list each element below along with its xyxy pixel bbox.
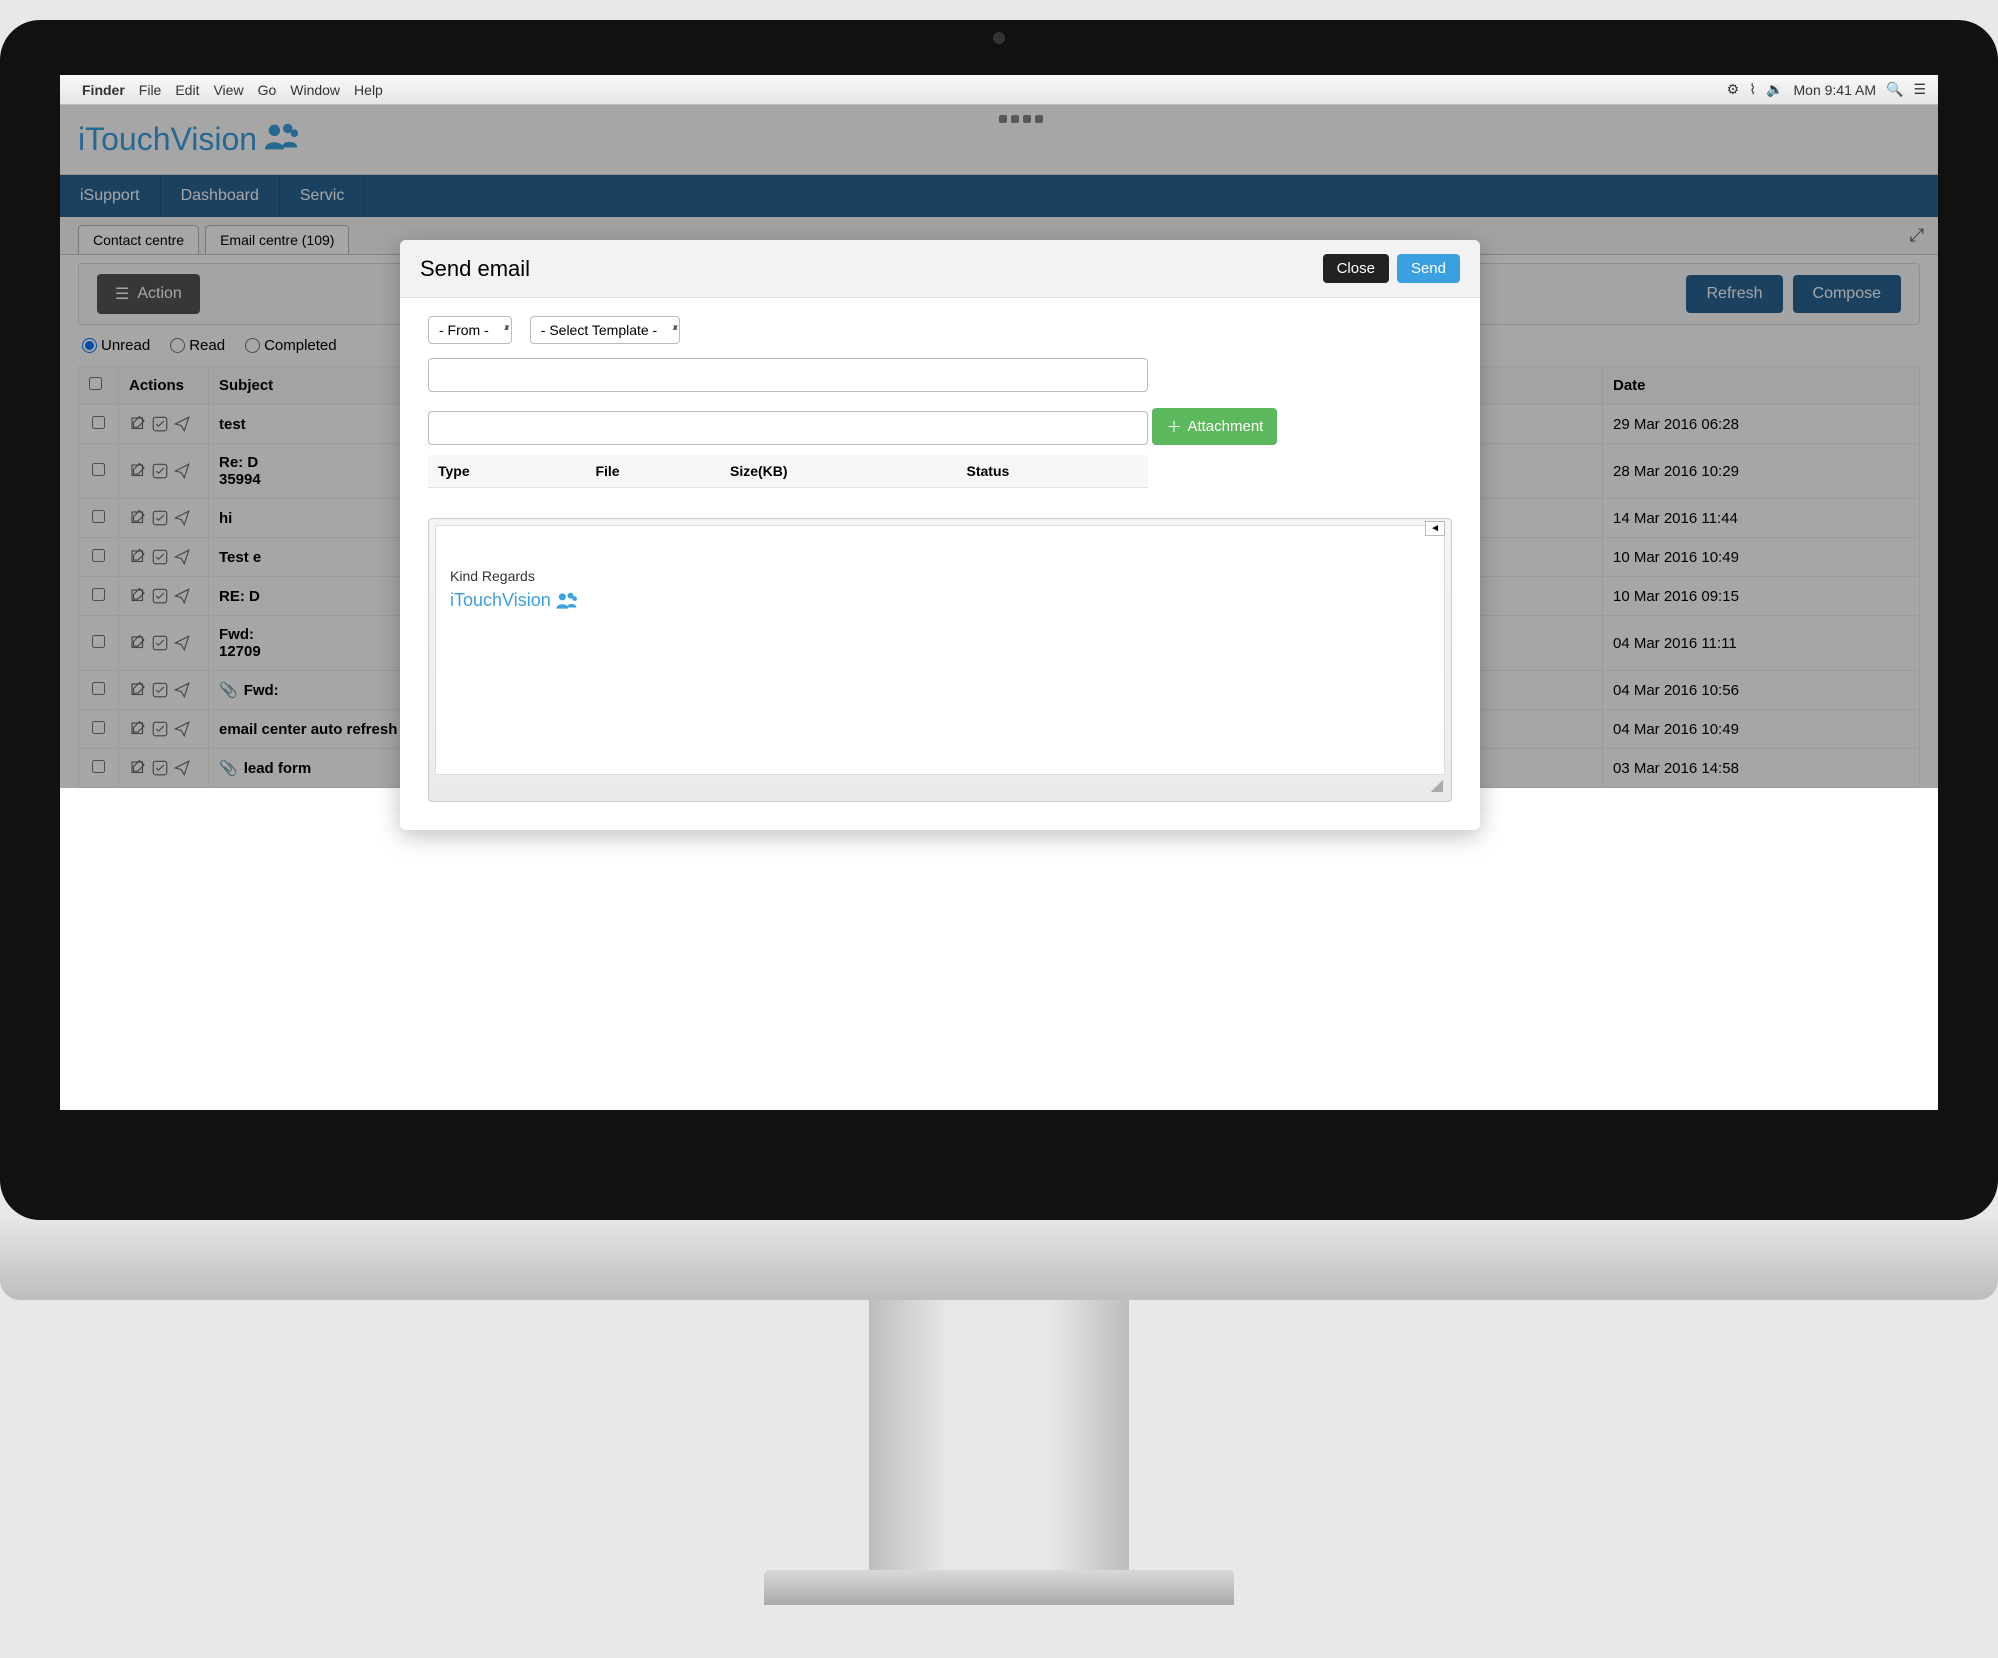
attach-col-size: Size(KB) [720, 455, 957, 488]
menubar-file[interactable]: File [139, 82, 162, 98]
wifi-icon[interactable]: ⌇ [1749, 81, 1756, 98]
attach-col-file: File [585, 455, 720, 488]
send-button[interactable]: Send [1397, 254, 1460, 283]
signature-logo: iTouchVision [450, 590, 1430, 611]
imac-camera [993, 32, 1005, 44]
menu-icon[interactable]: ☰ [1913, 81, 1926, 98]
email-editor[interactable]: Kind Regards iTouchVision [435, 525, 1445, 775]
attachment-table: Type File Size(KB) Status [428, 455, 1148, 488]
modal-title: Send email [420, 256, 1315, 282]
from-select[interactable]: - From - [428, 316, 512, 344]
attachment-label: Attachment [1187, 418, 1263, 435]
send-email-modal: Send email Close Send - From - - Select … [400, 240, 1480, 830]
menubar-view[interactable]: View [213, 82, 243, 98]
attach-col-type: Type [428, 455, 585, 488]
attachment-button[interactable]: ＋ Attachment [1152, 408, 1277, 445]
editor-wrap: ◄ Kind Regards iTouchVision ◢ [428, 518, 1452, 802]
imac-foot [764, 1570, 1234, 1605]
editor-text: Kind Regards [450, 568, 1430, 584]
modal-header: Send email Close Send [400, 240, 1480, 298]
menubar-edit[interactable]: Edit [175, 82, 199, 98]
signature-text: iTouchVision [450, 590, 551, 611]
menubar-go[interactable]: Go [258, 82, 277, 98]
close-button[interactable]: Close [1323, 254, 1389, 283]
spotlight-icon[interactable]: 🔍 [1886, 81, 1903, 98]
rtl-toggle[interactable]: ◄ [1425, 521, 1445, 536]
to-input[interactable] [428, 358, 1148, 392]
bluetooth-icon[interactable]: ⚙ [1727, 81, 1740, 98]
attach-col-status: Status [957, 455, 1149, 488]
mac-menubar: Finder File Edit View Go Window Help ⚙ ⌇… [60, 75, 1938, 105]
template-select[interactable]: - Select Template - [530, 316, 680, 344]
menubar-help[interactable]: Help [354, 82, 383, 98]
menubar-window[interactable]: Window [290, 82, 340, 98]
imac-stand [869, 1300, 1129, 1580]
subject-input[interactable] [428, 411, 1148, 445]
volume-icon[interactable]: 🔉 [1766, 81, 1783, 98]
menubar-finder[interactable]: Finder [82, 82, 125, 98]
resize-handle[interactable]: ◢ [435, 775, 1445, 795]
imac-chin [0, 1220, 1998, 1300]
clock[interactable]: Mon 9:41 AM [1794, 82, 1877, 98]
plus-icon: ＋ [1166, 416, 1181, 437]
